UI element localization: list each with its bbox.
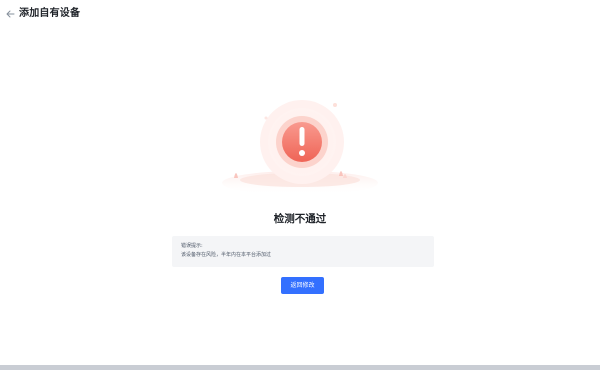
horizontal-scrollbar[interactable]: [0, 365, 600, 370]
error-illustration: [205, 90, 395, 200]
back-to-edit-button[interactable]: 返回修改: [281, 277, 324, 294]
arrow-left-icon: [6, 10, 15, 17]
error-message-box: 错误提示: 该设备存在风险，半年内在本平台添加过: [172, 236, 434, 267]
result-title: 检测不通过: [273, 213, 327, 225]
header: 添加自有设备: [0, 0, 600, 30]
page: 添加自有设备 检测不通过 错误提示: 该设备存在风险，半年内在本平台添加过 返回…: [0, 0, 600, 370]
error-message-detail: 该设备存在风险，半年内在本平台添加过: [181, 252, 272, 258]
error-message-label: 错误提示:: [181, 243, 203, 249]
page-title: 添加自有设备: [19, 8, 81, 19]
back-button[interactable]: [5, 8, 16, 19]
